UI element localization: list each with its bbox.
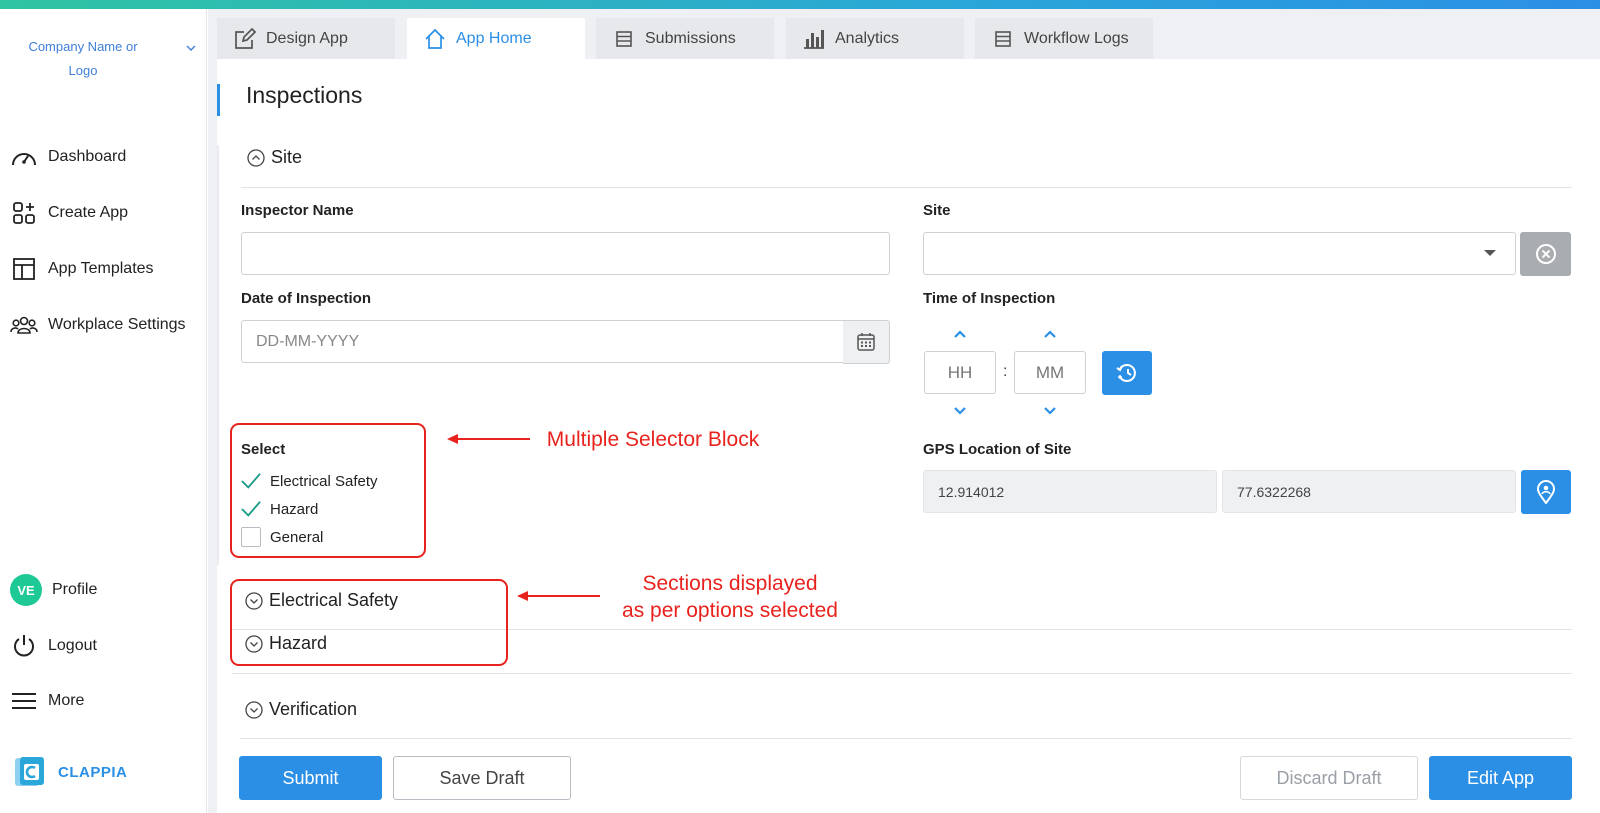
caret-down-icon: [1484, 250, 1496, 256]
site-label: Site: [923, 202, 951, 219]
tab-app-home[interactable]: App Home: [407, 18, 585, 59]
time-label: Time of Inspection: [923, 290, 1056, 307]
list-icon: [992, 28, 1014, 50]
page-title: Inspections: [246, 82, 363, 108]
annotation-line: Sections displayed: [642, 572, 818, 595]
calendar-icon: [857, 333, 875, 351]
gps-label: GPS Location of Site: [923, 441, 1072, 458]
calendar-button[interactable]: [843, 320, 890, 364]
sidebar-item-label: Create App: [48, 204, 129, 221]
top-gradient-bar: [0, 0, 1600, 9]
team-icon: [10, 312, 38, 338]
sidebar-item-label: App Templates: [48, 260, 154, 277]
section-title: Verification: [269, 699, 358, 719]
minute-input[interactable]: [1014, 351, 1086, 394]
tab-analytics[interactable]: Analytics: [786, 18, 964, 59]
sidebar-item-create-app[interactable]: Create App: [10, 198, 128, 228]
submit-button[interactable]: Submit: [239, 756, 382, 800]
clock-refresh-icon: [1116, 364, 1136, 382]
chevron-down-icon[interactable]: [184, 41, 198, 55]
section-title: Site: [271, 147, 303, 167]
current-time-button[interactable]: [1102, 351, 1152, 395]
clappia-logo-icon: [15, 757, 44, 786]
menu-icon: [10, 688, 38, 714]
title-accent: [217, 84, 220, 116]
sidebar-item-logout[interactable]: Logout: [10, 631, 97, 661]
sidebar-item-dashboard[interactable]: Dashboard: [10, 142, 126, 172]
sidebar-item-label: More: [48, 692, 85, 709]
divider: [232, 673, 1572, 674]
annotation-multi-selector: Multiple Selector Block: [546, 428, 760, 451]
clear-site-button[interactable]: [1520, 232, 1571, 276]
power-icon: [10, 633, 38, 659]
gps-longitude-field: [1222, 470, 1516, 513]
tab-design-app[interactable]: Design App: [217, 18, 395, 59]
bar-chart-icon: [803, 28, 825, 50]
home-icon: [424, 28, 446, 50]
company-logo[interactable]: Company Name or Logo: [18, 35, 148, 83]
section-rule: [217, 145, 219, 565]
sidebar: Company Name or Logo Dashboard Create Ap…: [0, 9, 207, 813]
brand: CLAPPIA: [14, 755, 127, 789]
close-circle-icon: [1535, 244, 1556, 264]
sidebar-item-label: Logout: [48, 637, 97, 654]
tab-label: Workflow Logs: [1024, 29, 1129, 47]
minute-down-chevron-icon[interactable]: [1042, 406, 1058, 416]
section-verification-header[interactable]: Verification: [245, 699, 357, 720]
save-draft-button[interactable]: Save Draft: [393, 756, 571, 800]
inspector-name-label: Inspector Name: [241, 202, 354, 219]
date-label: Date of Inspection: [241, 290, 372, 307]
list-icon: [613, 28, 635, 50]
brand-name: CLAPPIA: [58, 763, 128, 781]
avatar: VE: [10, 574, 42, 606]
sidebar-item-more[interactable]: More: [10, 686, 84, 716]
dashboard-icon: [10, 144, 38, 170]
edit-app-button[interactable]: Edit App: [1429, 756, 1572, 800]
chevron-down-circle-icon: [245, 700, 263, 719]
tab-label: Design App: [266, 29, 348, 47]
sidebar-item-label: Workplace Settings: [48, 316, 186, 333]
minute-up-chevron-icon[interactable]: [1042, 329, 1058, 339]
section-site-header[interactable]: Site: [247, 147, 302, 168]
divider: [241, 187, 1572, 188]
edit-icon: [234, 27, 256, 50]
tab-label: Analytics: [835, 29, 900, 47]
annotation-box-selector: [230, 423, 426, 558]
hour-down-chevron-icon[interactable]: [952, 406, 968, 416]
annotation-arrow-icon: [447, 434, 530, 444]
site-select[interactable]: [923, 232, 1516, 275]
create-app-icon: [10, 200, 38, 226]
gps-latitude-field: [923, 470, 1217, 513]
tab-workflow-logs[interactable]: Workflow Logs: [975, 18, 1153, 59]
sidebar-item-profile[interactable]: VE Profile: [10, 574, 98, 606]
date-input[interactable]: [241, 320, 845, 363]
sidebar-item-app-templates[interactable]: App Templates: [10, 254, 154, 284]
templates-icon: [10, 256, 38, 282]
locate-button[interactable]: [1521, 470, 1571, 514]
annotation-arrow-icon: [517, 591, 600, 601]
annotation-line: as per options selected: [622, 599, 838, 622]
annotation-sections: Sections displayed as per options select…: [600, 570, 860, 624]
tab-label: App Home: [456, 29, 532, 47]
location-pin-icon: [1536, 480, 1556, 504]
annotation-box-sections: [230, 579, 508, 666]
time-separator: :: [1003, 363, 1008, 380]
discard-draft-button[interactable]: Discard Draft: [1240, 756, 1418, 800]
chevron-up-circle-icon: [247, 148, 265, 167]
sidebar-item-label: Dashboard: [48, 148, 127, 165]
divider: [240, 738, 1572, 739]
hour-input[interactable]: [924, 351, 996, 394]
tab-label: Submissions: [645, 29, 736, 47]
hour-up-chevron-icon[interactable]: [952, 329, 968, 339]
sidebar-item-label: Profile: [52, 581, 98, 598]
tab-submissions[interactable]: Submissions: [596, 18, 774, 59]
sidebar-item-workplace-settings[interactable]: Workplace Settings: [10, 310, 186, 340]
inspector-name-input[interactable]: [241, 232, 890, 275]
